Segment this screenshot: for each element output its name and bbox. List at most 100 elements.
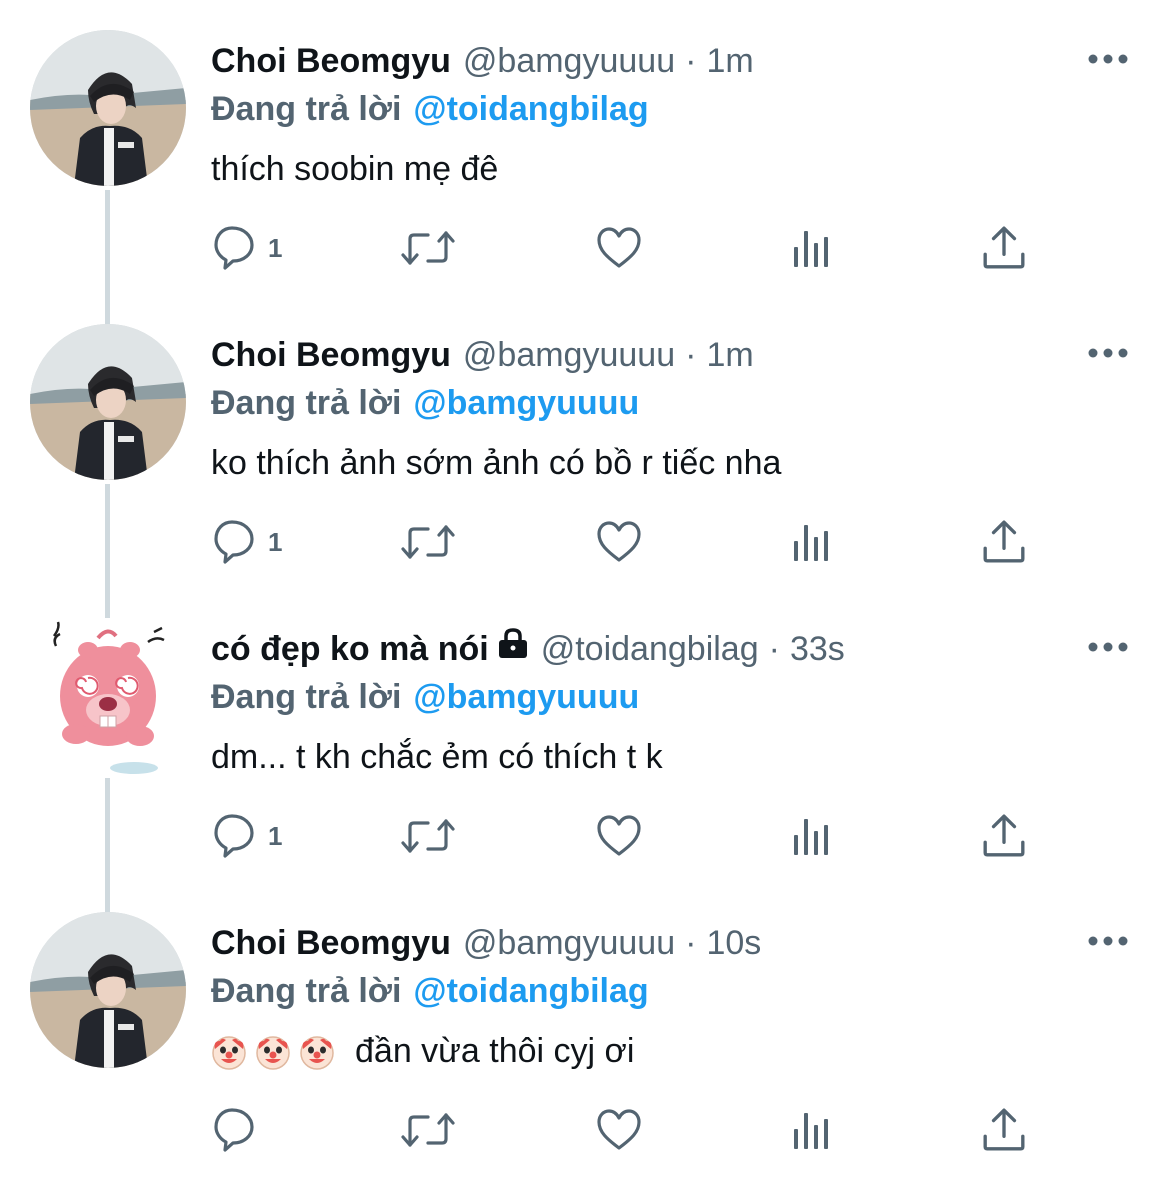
- views-button[interactable]: [792, 810, 832, 862]
- more-options-button[interactable]: [1088, 346, 1128, 358]
- reply-mention-link[interactable]: @bamgyuuuu: [413, 384, 639, 422]
- more-options-button[interactable]: [1088, 52, 1128, 64]
- replying-to: Đang trả lời @toidangbilag: [211, 86, 649, 132]
- tweet-text: thích soobin mẹ đê: [211, 150, 499, 188]
- share-upload-icon: [983, 814, 1025, 857]
- thread-line: [105, 294, 110, 324]
- author-handle[interactable]: @bamgyuuuu: [463, 920, 675, 966]
- retweet-button[interactable]: [400, 516, 456, 568]
- author-name[interactable]: có đẹp ko mà nói: [211, 626, 489, 672]
- tweet-actions: 1: [0, 222, 1170, 274]
- like-button[interactable]: [596, 810, 642, 862]
- tweet-text: đần vừa thôi cyj ơi: [355, 1032, 635, 1070]
- more-horizontal-icon: [1088, 642, 1128, 652]
- author-handle[interactable]: @bamgyuuuu: [463, 38, 675, 84]
- share-upload-icon: [983, 1108, 1025, 1151]
- share-button[interactable]: [982, 810, 1026, 862]
- author-name[interactable]: Choi Beomgyu: [211, 332, 451, 378]
- share-button[interactable]: [982, 516, 1026, 568]
- tweet-text-container: đần vừa thôi cyj ơi: [211, 1028, 634, 1074]
- comment-bubble-icon: [214, 1108, 254, 1152]
- separator-dot: ·: [768, 630, 780, 668]
- replying-to: Đang trả lời @toidangbilag: [211, 968, 649, 1014]
- views-button[interactable]: [792, 516, 832, 568]
- lock-icon: [497, 626, 529, 672]
- reply-button[interactable]: 1: [214, 810, 282, 862]
- views-button[interactable]: [792, 1104, 832, 1156]
- views-bar-chart-icon: [794, 819, 828, 855]
- retweet-icon: [401, 819, 455, 853]
- author-name[interactable]: Choi Beomgyu: [211, 38, 451, 84]
- more-options-button[interactable]: [1088, 934, 1128, 946]
- share-button[interactable]: [982, 222, 1026, 274]
- author-handle[interactable]: @toidangbilag: [541, 626, 759, 672]
- thread-line: [105, 882, 110, 912]
- retweet-icon: [401, 231, 455, 265]
- avatar[interactable]: [30, 30, 186, 186]
- tweet-text: ko thích ảnh sớm ảnh có bồ r tiếc nha: [211, 444, 782, 482]
- heart-icon: [597, 1109, 641, 1150]
- retweet-button[interactable]: [400, 810, 456, 862]
- reply-button[interactable]: 1: [214, 222, 282, 274]
- more-horizontal-icon: [1088, 936, 1128, 946]
- tweet-header: Choi Beomgyu @bamgyuuuu · 1m: [211, 332, 754, 378]
- replying-to-label: Đang trả lời: [211, 90, 402, 128]
- tweet-header: Choi Beomgyu @bamgyuuuu · 10s: [211, 920, 761, 966]
- comment-bubble-icon: [214, 226, 254, 270]
- like-button[interactable]: [596, 1104, 642, 1156]
- avatar[interactable]: [30, 618, 186, 774]
- retweet-icon: [401, 1113, 455, 1147]
- timestamp[interactable]: 1m: [706, 38, 753, 84]
- retweet-button[interactable]: [400, 222, 456, 274]
- separator-dot: ·: [685, 42, 697, 80]
- replying-to-label: Đang trả lời: [211, 384, 402, 422]
- share-button[interactable]: [982, 1104, 1026, 1156]
- more-options-button[interactable]: [1088, 640, 1128, 652]
- like-button[interactable]: [596, 516, 642, 568]
- views-bar-chart-icon: [794, 525, 828, 561]
- tweet[interactable]: có đẹp ko mà nói @toidangbilag · 33s Đan…: [0, 588, 1170, 882]
- clown-face-icon: [212, 1036, 246, 1070]
- heart-icon: [597, 815, 641, 856]
- tweet-text: dm... t kh chắc ẻm có thích t k: [211, 738, 663, 776]
- emoji-group: [211, 1035, 335, 1071]
- comment-bubble-icon: [214, 520, 254, 564]
- reply-count: 1: [268, 232, 283, 263]
- more-horizontal-icon: [1088, 348, 1128, 358]
- retweet-icon: [401, 525, 455, 559]
- replying-to-label: Đang trả lời: [211, 972, 402, 1010]
- avatar[interactable]: [30, 912, 186, 1068]
- heart-icon: [597, 227, 641, 268]
- replying-to-label: Đang trả lời: [211, 678, 402, 716]
- reply-mention-link[interactable]: @toidangbilag: [413, 90, 648, 128]
- retweet-button[interactable]: [400, 1104, 456, 1156]
- reply-mention-link[interactable]: @toidangbilag: [413, 972, 648, 1010]
- clown-face-icon: [300, 1036, 334, 1070]
- tweet-actions: 1: [0, 810, 1170, 862]
- avatar[interactable]: [30, 324, 186, 480]
- comment-bubble-icon: [214, 814, 254, 858]
- author-handle[interactable]: @bamgyuuuu: [463, 332, 675, 378]
- views-bar-chart-icon: [794, 231, 828, 267]
- reply-mention-link[interactable]: @bamgyuuuu: [413, 678, 639, 716]
- tweet-actions: 1: [0, 516, 1170, 568]
- separator-dot: ·: [685, 336, 697, 374]
- share-upload-icon: [983, 520, 1025, 563]
- tweet-header: Choi Beomgyu @bamgyuuuu · 1m: [211, 38, 754, 84]
- tweet-actions: [0, 1104, 1170, 1156]
- timestamp[interactable]: 33s: [790, 626, 845, 672]
- clown-face-icon: [256, 1036, 290, 1070]
- separator-dot: ·: [685, 924, 697, 962]
- like-button[interactable]: [596, 222, 642, 274]
- views-button[interactable]: [792, 222, 832, 274]
- author-name[interactable]: Choi Beomgyu: [211, 920, 451, 966]
- timestamp[interactable]: 1m: [706, 332, 753, 378]
- tweet-header: có đẹp ko mà nói @toidangbilag · 33s: [211, 626, 845, 672]
- tweet[interactable]: Choi Beomgyu @bamgyuuuu · 1m Đang trả lờ…: [0, 294, 1170, 588]
- timestamp[interactable]: 10s: [706, 920, 761, 966]
- reply-button[interactable]: 1: [214, 516, 282, 568]
- reply-button[interactable]: [214, 1104, 268, 1156]
- tweet[interactable]: Choi Beomgyu @bamgyuuuu · 10s Đang trả l…: [0, 882, 1170, 1176]
- replying-to: Đang trả lời @bamgyuuuu: [211, 674, 639, 720]
- tweet[interactable]: Choi Beomgyu @bamgyuuuu · 1m Đang trả lờ…: [0, 0, 1170, 294]
